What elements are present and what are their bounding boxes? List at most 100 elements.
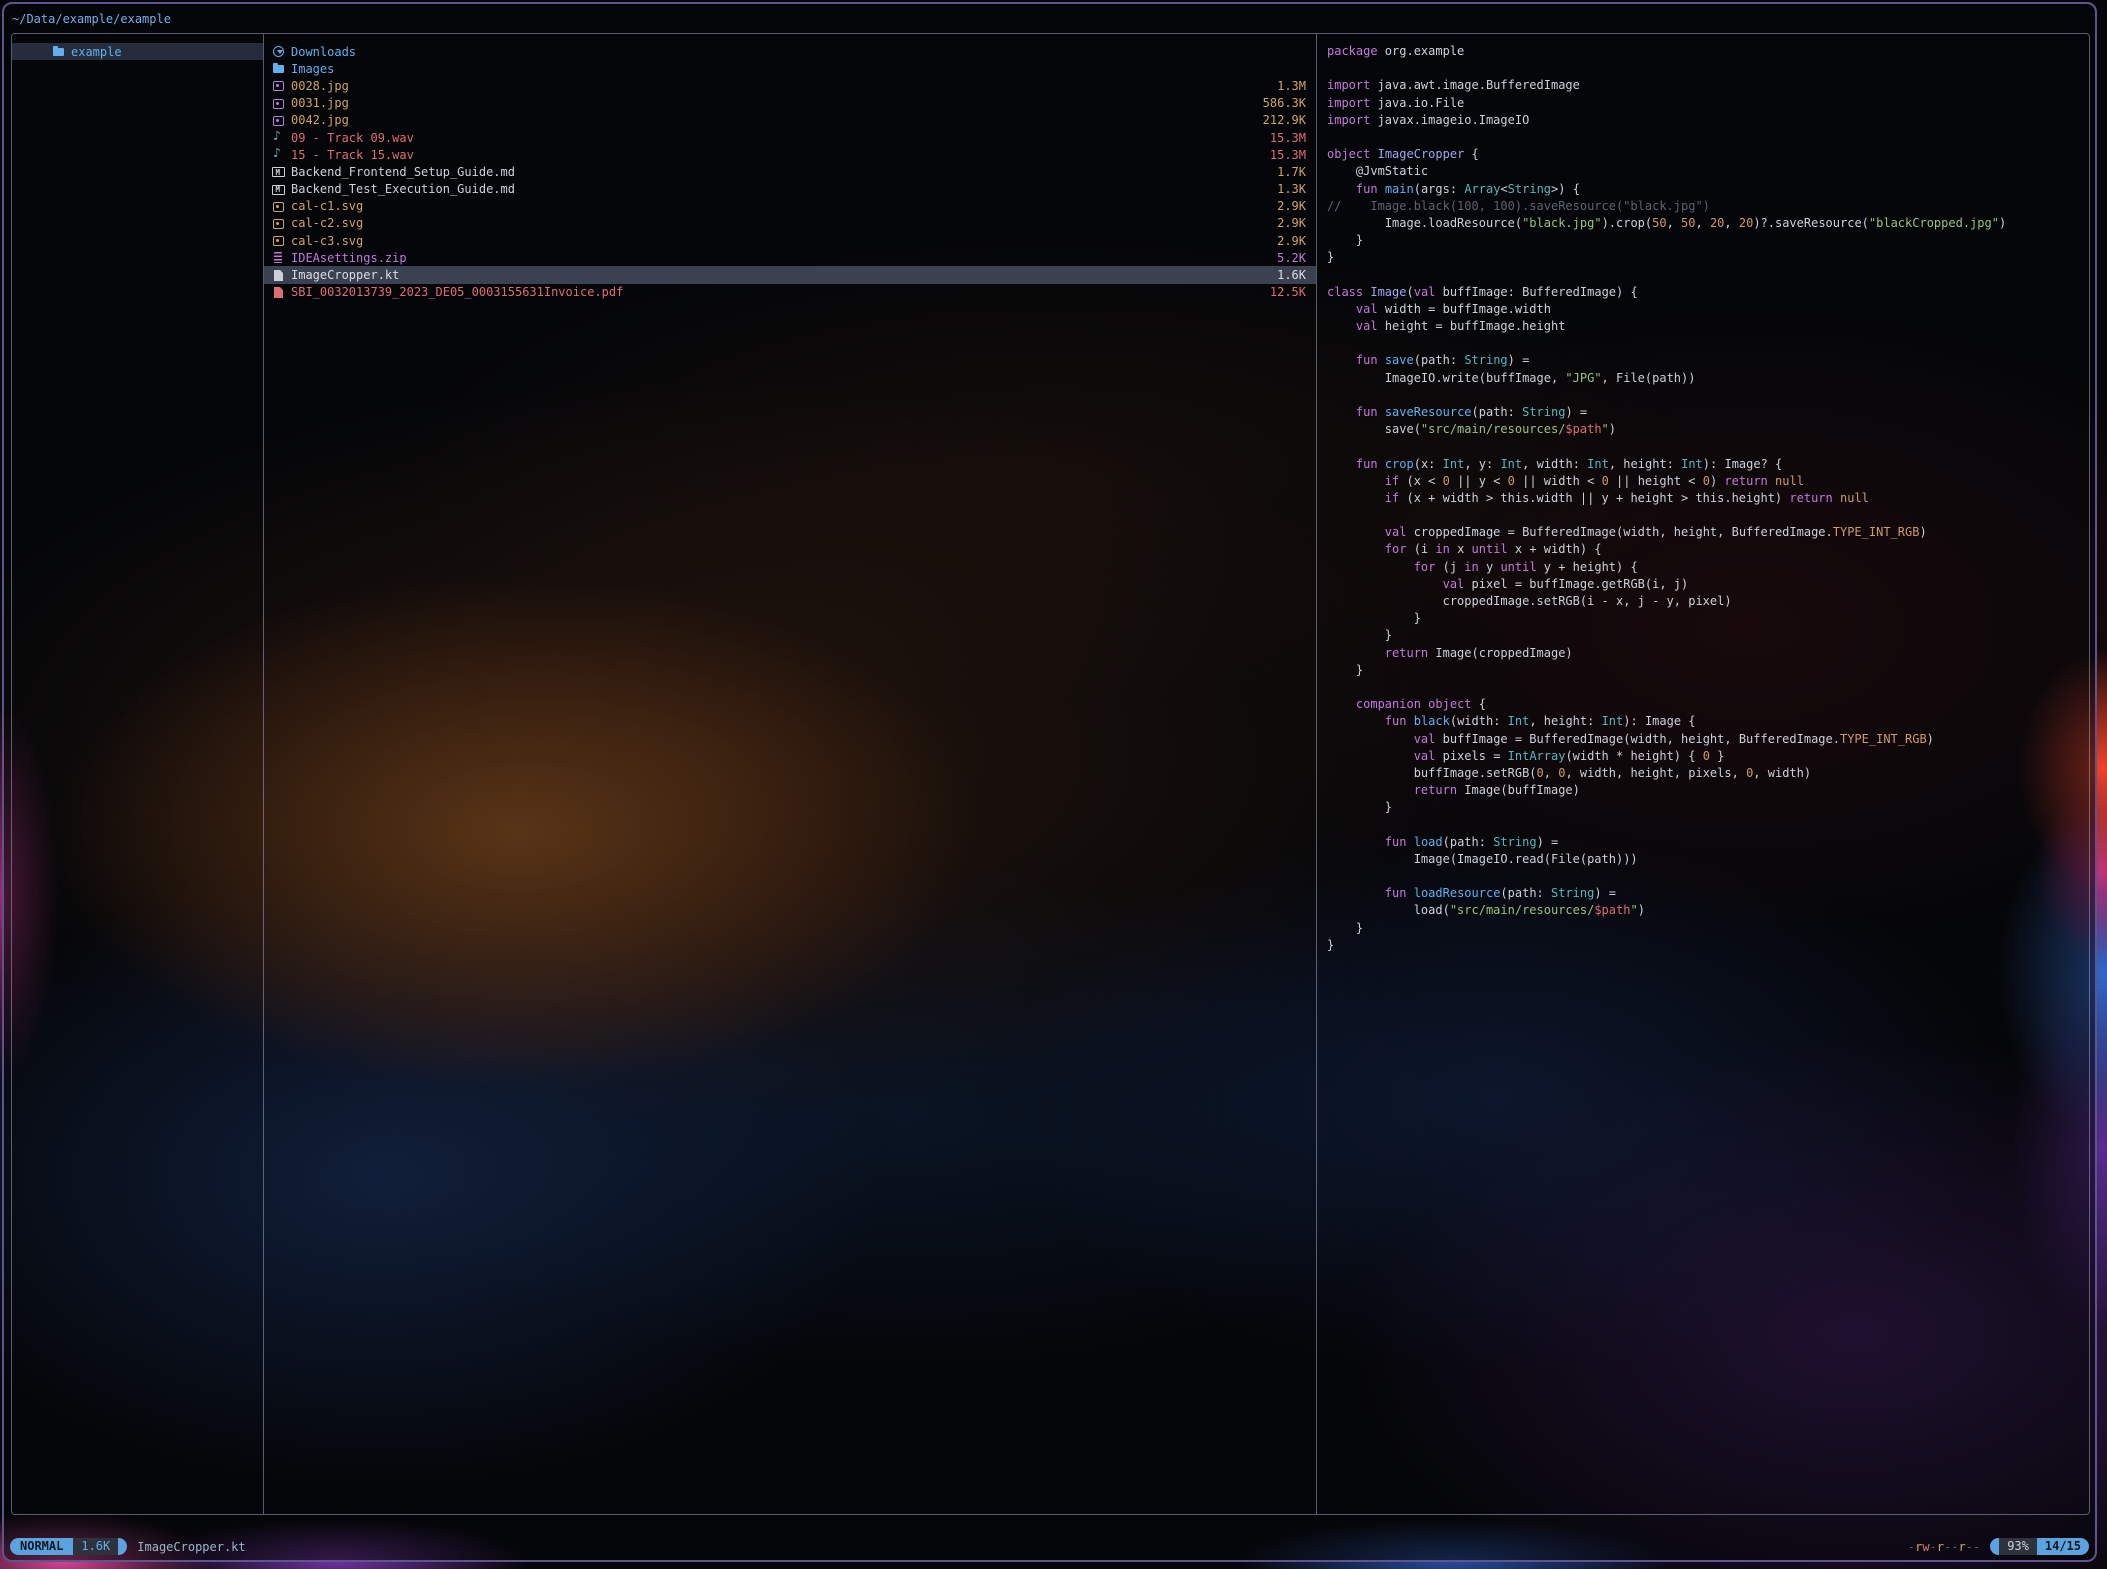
image-icon bbox=[272, 79, 285, 92]
current-path: ~/Data/example/example bbox=[12, 9, 171, 29]
scroll-percent: 93% bbox=[1999, 1538, 2037, 1555]
list-item[interactable]: Downloads bbox=[264, 43, 1316, 60]
code-line: for (i in x until x + width) { bbox=[1327, 541, 2089, 558]
image-icon bbox=[272, 97, 285, 110]
status-right-group: -rw-r--r-- 93% 14/15 bbox=[1908, 1538, 2089, 1555]
code-line: fun loadResource(path: String) = bbox=[1327, 885, 2089, 902]
code-line: object ImageCropper { bbox=[1327, 146, 2089, 163]
folder-icon bbox=[272, 62, 285, 75]
code-line: } bbox=[1327, 937, 2089, 954]
list-item[interactable]: 0031.jpg586.3K bbox=[264, 95, 1316, 112]
code-line: val pixel = buffImage.getRGB(i, j) bbox=[1327, 576, 2089, 593]
file-size: 5.2K bbox=[1277, 251, 1306, 265]
code-line bbox=[1327, 387, 2089, 404]
parent-dir-item[interactable]: example bbox=[12, 43, 263, 60]
code-line: fun black(width: Int, height: Int): Imag… bbox=[1327, 713, 2089, 730]
terminal-window: ~/Data/example/example example Downloads… bbox=[2, 2, 2097, 1562]
code-line: load("src/main/resources/$path") bbox=[1327, 902, 2089, 919]
code-line: save("src/main/resources/$path") bbox=[1327, 421, 2089, 438]
code-line bbox=[1327, 266, 2089, 283]
code-line: } bbox=[1327, 627, 2089, 644]
code-line: val height = buffImage.height bbox=[1327, 318, 2089, 335]
image-icon bbox=[272, 114, 285, 127]
code-line: if (x < 0 || y < 0 || width < 0 || heigh… bbox=[1327, 473, 2089, 490]
list-item[interactable]: 0042.jpg 212.9K bbox=[264, 112, 1316, 129]
file-name: IDEAsettings.zip bbox=[291, 251, 407, 265]
list-item[interactable]: IDEAsettings.zip 5.2K bbox=[264, 249, 1316, 266]
code-preview: package org.example import java.awt.imag… bbox=[1327, 43, 2089, 954]
file-name: cal-c3.svg bbox=[291, 234, 363, 248]
parent-dir-label: example bbox=[71, 45, 122, 59]
list-item[interactable]: SBI_0032013739_2023_DE05_0003155631Invoi… bbox=[264, 284, 1316, 301]
code-line: val width = buffImage.width bbox=[1327, 301, 2089, 318]
file-name: 0042.jpg bbox=[291, 113, 349, 127]
yazi-manager: example DownloadsImages 0028.jpg 1.3M 0031.… bbox=[11, 33, 2090, 1515]
code-line: @JvmStatic bbox=[1327, 163, 2089, 180]
code-line: croppedImage.setRGB(i - x, j - y, pixel) bbox=[1327, 593, 2089, 610]
code-line: ImageIO.write(buffImage, "JPG", File(pat… bbox=[1327, 370, 2089, 387]
image-icon bbox=[272, 217, 285, 230]
code-line bbox=[1327, 60, 2089, 77]
download-folder-icon bbox=[272, 45, 285, 58]
code-line bbox=[1327, 679, 2089, 696]
list-item[interactable]: Backend_Frontend_Setup_Guide.md1.7K bbox=[264, 163, 1316, 180]
code-line: } bbox=[1327, 249, 2089, 266]
file-size: 15.3M bbox=[1270, 148, 1306, 162]
code-line: val croppedImage = BufferedImage(width, … bbox=[1327, 524, 2089, 541]
list-item[interactable]: Backend_Test_Execution_Guide.md1.3K bbox=[264, 181, 1316, 198]
code-line: fun load(path: String) = bbox=[1327, 834, 2089, 851]
file-name: 0028.jpg bbox=[291, 79, 349, 93]
code-line: companion object { bbox=[1327, 696, 2089, 713]
file-icon bbox=[272, 269, 285, 282]
list-item[interactable]: cal-c3.svg2.9K bbox=[264, 232, 1316, 249]
file-size: 12.5K bbox=[1270, 285, 1306, 299]
mode-badge: NORMAL bbox=[10, 1538, 73, 1555]
code-line: fun saveResource(path: String) = bbox=[1327, 404, 2089, 421]
powerline-cap-icon bbox=[1990, 1538, 1999, 1555]
code-line: return Image(croppedImage) bbox=[1327, 645, 2089, 662]
parent-pane: example bbox=[12, 34, 264, 1514]
desktop-wallpaper: ~/Data/example/example example Downloads… bbox=[0, 0, 2107, 1569]
code-line: } bbox=[1327, 920, 2089, 937]
code-line: fun crop(x: Int, y: Int, width: Int, hei… bbox=[1327, 456, 2089, 473]
image-icon bbox=[272, 234, 285, 247]
file-name: cal-c2.svg bbox=[291, 216, 363, 230]
file-size: 1.3M bbox=[1277, 79, 1306, 93]
file-size: 1.6K bbox=[1277, 268, 1306, 282]
code-line: } bbox=[1327, 662, 2089, 679]
file-name: 15 - Track 15.wav bbox=[291, 148, 414, 162]
status-filename: ImageCropper.kt bbox=[137, 1540, 245, 1554]
code-line: fun main(args: Array<String>) { bbox=[1327, 181, 2089, 198]
file-size: 212.9K bbox=[1263, 113, 1306, 127]
archive-icon bbox=[272, 251, 285, 264]
file-list: DownloadsImages 0028.jpg 1.3M 0031.jpg586.3… bbox=[264, 34, 1317, 1514]
list-item[interactable]: 0028.jpg 1.3M bbox=[264, 77, 1316, 94]
markdown-icon bbox=[272, 165, 285, 178]
code-line: } bbox=[1327, 799, 2089, 816]
list-item[interactable]: cal-c1.svg2.9K bbox=[264, 198, 1316, 215]
code-line bbox=[1327, 868, 2089, 885]
code-line bbox=[1327, 507, 2089, 524]
list-item[interactable]: cal-c2.svg2.9K bbox=[264, 215, 1316, 232]
list-item[interactable]: ImageCropper.kt1.6K bbox=[264, 266, 1316, 283]
file-name: Downloads bbox=[291, 45, 356, 59]
file-name: SBI_0032013739_2023_DE05_0003155631Invoi… bbox=[291, 285, 623, 299]
pdf-icon bbox=[272, 286, 285, 299]
file-permissions: -rw-r--r-- bbox=[1908, 1540, 1980, 1554]
cursor-position: 14/15 bbox=[2037, 1538, 2089, 1555]
list-item[interactable]: 09 - Track 09.wav15.3M bbox=[264, 129, 1316, 146]
preview-pane: package org.example import java.awt.imag… bbox=[1317, 34, 2089, 1514]
code-line: import javax.imageio.ImageIO bbox=[1327, 112, 2089, 129]
file-size: 2.9K bbox=[1277, 199, 1306, 213]
code-line: class Image(val buffImage: BufferedImage… bbox=[1327, 284, 2089, 301]
code-line bbox=[1327, 438, 2089, 455]
powerline-cap-icon bbox=[118, 1538, 127, 1555]
code-line: Image.loadResource("black.jpg").crop(50,… bbox=[1327, 215, 2089, 232]
list-item[interactable]: 15 - Track 15.wav 15.3M bbox=[264, 146, 1316, 163]
file-name: Backend_Test_Execution_Guide.md bbox=[291, 182, 515, 196]
code-line bbox=[1327, 816, 2089, 833]
code-line: } bbox=[1327, 610, 2089, 627]
list-item[interactable]: Images bbox=[264, 60, 1316, 77]
code-line: import java.io.File bbox=[1327, 95, 2089, 112]
status-bar: NORMAL 1.6K ImageCropper.kt -rw-r--r-- 9… bbox=[10, 1538, 2089, 1555]
